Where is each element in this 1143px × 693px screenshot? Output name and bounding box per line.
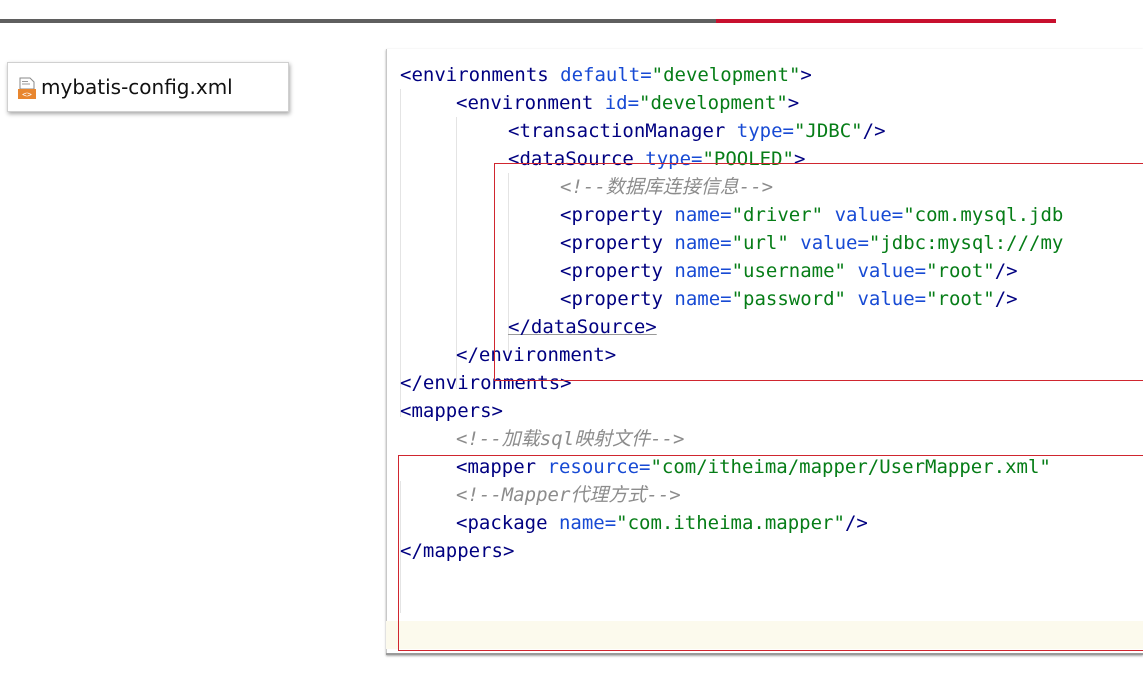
code-line: <transactionManager type="JDBC"/>	[508, 120, 886, 142]
datasource-highlight-box	[494, 163, 1143, 381]
code-line: <environments default="development">	[400, 64, 812, 86]
code-editor[interactable]: <environments default="development"> <en…	[386, 49, 1143, 655]
file-tab[interactable]: <> mybatis-config.xml	[7, 62, 289, 112]
code-line: <environment id="development">	[456, 92, 800, 114]
header-divider-gray	[0, 19, 716, 23]
code-comment: <!--加载sql映射文件-->	[456, 428, 685, 450]
indent-guide	[400, 89, 401, 417]
svg-text:<>: <>	[22, 90, 32, 99]
header-divider-accent	[716, 19, 1056, 23]
code-line: <mappers>	[400, 400, 503, 422]
file-name: mybatis-config.xml	[41, 75, 233, 99]
editor-bottom-edge	[386, 653, 1143, 655]
editor-left-edge	[386, 49, 387, 655]
mappers-highlight-box	[398, 455, 1143, 651]
header-divider	[0, 19, 1056, 23]
xml-file-icon: <>	[18, 77, 36, 99]
